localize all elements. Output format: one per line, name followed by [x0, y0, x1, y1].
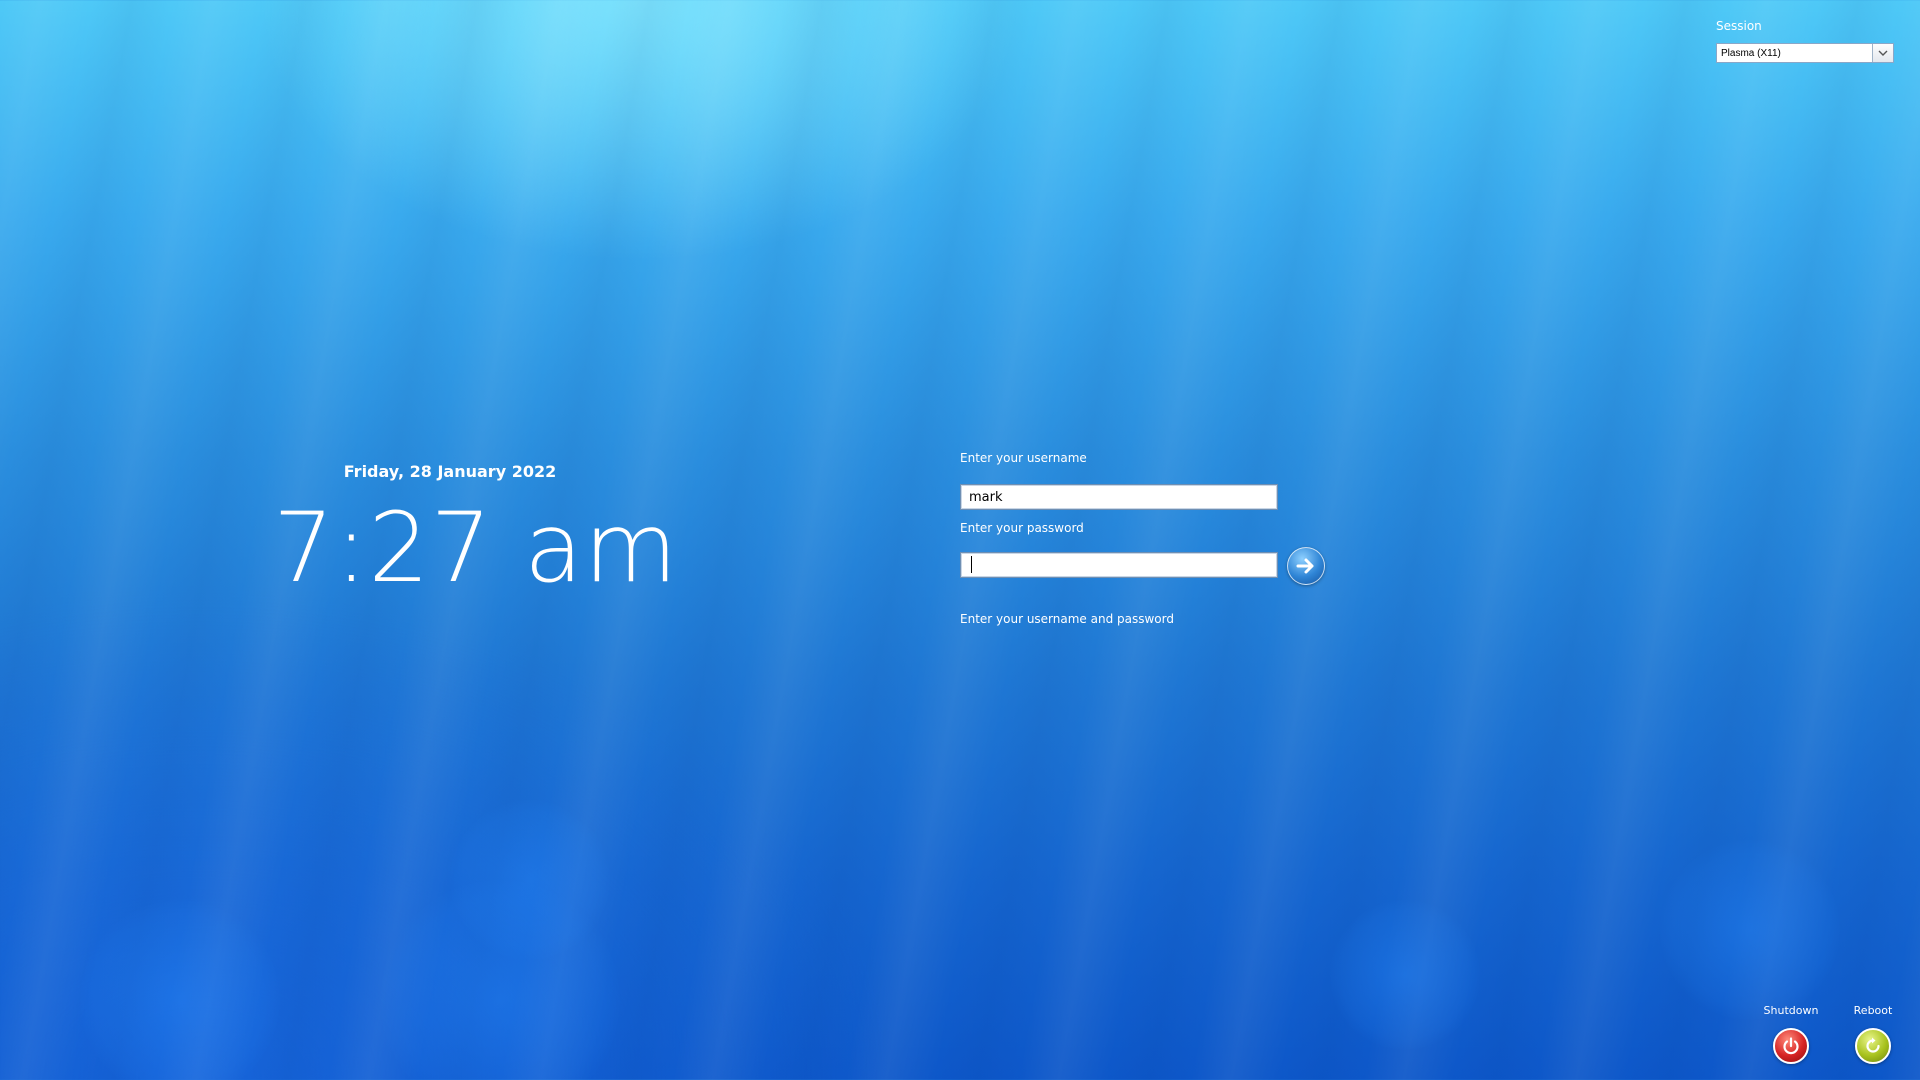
shutdown-label: Shutdown: [1763, 1004, 1819, 1017]
background-bokeh: [380, 880, 620, 1080]
reboot-control: Reboot: [1833, 1004, 1913, 1064]
shutdown-control: Shutdown: [1751, 1004, 1831, 1064]
background-bokeh: [80, 900, 280, 1080]
shutdown-button[interactable]: [1773, 1028, 1809, 1064]
password-label: Enter your password: [960, 521, 1084, 535]
session-selector: Session Plasma (X11): [1716, 19, 1894, 63]
time-display: 7:27 am: [273, 492, 679, 604]
date-display: Friday, 28 January 2022: [343, 462, 557, 481]
reboot-button[interactable]: [1855, 1028, 1891, 1064]
background-bokeh: [1330, 900, 1480, 1050]
clock-panel: Friday, 28 January 2022: [275, 462, 625, 481]
session-selected-value: Plasma (X11): [1721, 47, 1781, 59]
session-label: Session: [1716, 19, 1762, 33]
password-field[interactable]: [960, 552, 1278, 578]
username-field[interactable]: [960, 484, 1278, 510]
background-bokeh: [450, 800, 610, 960]
reboot-label: Reboot: [1853, 1004, 1893, 1017]
arrow-right-icon: [1296, 558, 1314, 574]
power-icon: [1783, 1037, 1799, 1055]
background-bokeh: [1660, 840, 1840, 1020]
login-submit-button[interactable]: [1287, 547, 1325, 585]
login-status-message: Enter your username and password: [960, 612, 1174, 626]
username-label: Enter your username: [960, 451, 1087, 465]
chevron-down-icon[interactable]: [1872, 44, 1893, 62]
session-dropdown[interactable]: Plasma (X11): [1716, 43, 1894, 63]
text-caret: [971, 556, 972, 573]
reboot-icon: [1866, 1037, 1880, 1053]
